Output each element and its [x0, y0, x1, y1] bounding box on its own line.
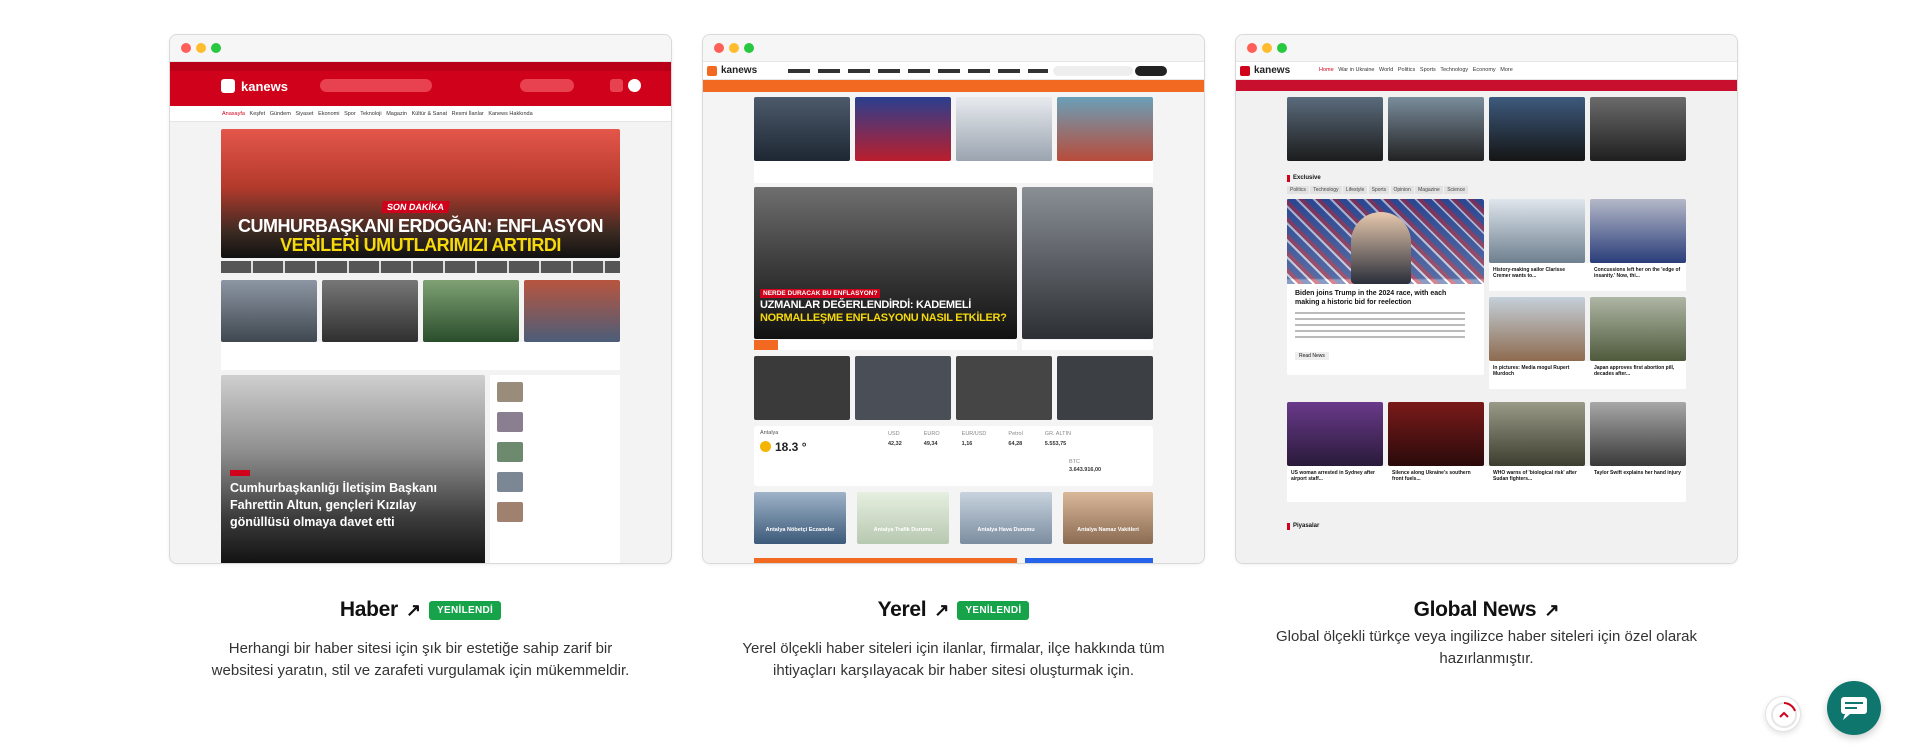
minimize-dot-icon	[196, 43, 206, 53]
card-description: Herhangi bir haber sitesi için şık bir e…	[211, 640, 630, 679]
site-preview-haber: kanews Anasayfa Keşfet Gündem Siyaset Ek…	[170, 62, 671, 563]
section-markets: Piyasalar	[1293, 523, 1320, 529]
preview-window[interactable]: kanews Anasayfa Keşfet Gündem Siyaset Ek…	[169, 34, 672, 564]
card-description: Global ölçekli türkçe veya ingilizce hab…	[1275, 628, 1698, 667]
brand-logo: kanews	[1254, 65, 1291, 76]
template-card-yerel[interactable]: kanews NERDE DURACAK BU ENFLASYON? UZMAN…	[702, 34, 1205, 682]
updated-badge: YENİLENDİ	[957, 600, 1030, 620]
card-title[interactable]: Yerel	[878, 598, 927, 622]
brand-logo: kanews	[241, 79, 288, 94]
template-card-haber[interactable]: kanews Anasayfa Keşfet Gündem Siyaset Ek…	[169, 34, 672, 682]
maximize-dot-icon	[211, 43, 221, 53]
site-preview-global: kanews Home War in Ukraine World Politic…	[1236, 62, 1737, 563]
headline-tag: NERDE DURACAK BU ENFLASYON?	[760, 289, 881, 298]
maximize-dot-icon	[1277, 43, 1287, 53]
preview-window[interactable]: kanews NERDE DURACAK BU ENFLASYON? UZMAN…	[702, 34, 1205, 564]
chevron-up-icon	[1771, 702, 1797, 728]
external-arrow-icon[interactable]: ↗	[1544, 600, 1559, 621]
brand-logo: kanews	[721, 65, 758, 76]
feature-caption: Cumhurbaşkanlığı İletişim Başkanı Fahret…	[230, 481, 438, 529]
updated-badge: YENİLENDİ	[429, 600, 502, 620]
temperature: 18.3 °	[775, 440, 807, 454]
template-card-global-news[interactable]: kanews Home War in Ukraine World Politic…	[1235, 34, 1738, 670]
hero-headline: UZMANLAR DEĞERLENDİRDİ: KADEMELİ NORMALL…	[760, 299, 1007, 324]
nav-bar[interactable]: Home War in Ukraine World Politics Sport…	[1319, 67, 1513, 73]
read-news-button[interactable]: Read News	[1295, 352, 1329, 360]
minimize-dot-icon	[1262, 43, 1272, 53]
preview-window[interactable]: kanews Home War in Ukraine World Politic…	[1235, 34, 1738, 564]
minimize-dot-icon	[729, 43, 739, 53]
breaking-tag: SON DAKİKA	[381, 201, 450, 213]
section-exclusive: Exclusive	[1293, 175, 1321, 181]
card-description: Yerel ölçekli haber siteleri için ilanla…	[742, 640, 1165, 679]
close-dot-icon	[714, 43, 724, 53]
close-dot-icon	[181, 43, 191, 53]
close-dot-icon	[1247, 43, 1257, 53]
maximize-dot-icon	[744, 43, 754, 53]
scroll-to-top-button[interactable]	[1765, 696, 1801, 732]
chat-bubble-icon	[1841, 697, 1867, 720]
window-chrome	[703, 35, 1204, 62]
feature-image[interactable]	[221, 375, 485, 563]
lead-title[interactable]: Biden joins Trump in the 2024 race, with…	[1295, 289, 1455, 307]
card-title[interactable]: Haber	[340, 598, 398, 622]
external-arrow-icon[interactable]: ↗	[406, 600, 421, 621]
category-tabs[interactable]: Politics Technology Lifestyle Sports Opi…	[1287, 186, 1468, 194]
site-preview-yerel: kanews NERDE DURACAK BU ENFLASYON? UZMAN…	[703, 62, 1204, 563]
window-chrome	[1236, 35, 1737, 62]
chat-button[interactable]	[1827, 681, 1881, 735]
window-chrome	[170, 35, 671, 62]
external-arrow-icon[interactable]: ↗	[934, 600, 949, 621]
card-title[interactable]: Global News	[1414, 598, 1537, 622]
hero-headline: CUMHURBAŞKANI ERDOĞAN: ENFLASYON VERİLER…	[238, 216, 604, 255]
nav-bar[interactable]: Anasayfa Keşfet Gündem Siyaset Ekonomi S…	[222, 111, 533, 117]
